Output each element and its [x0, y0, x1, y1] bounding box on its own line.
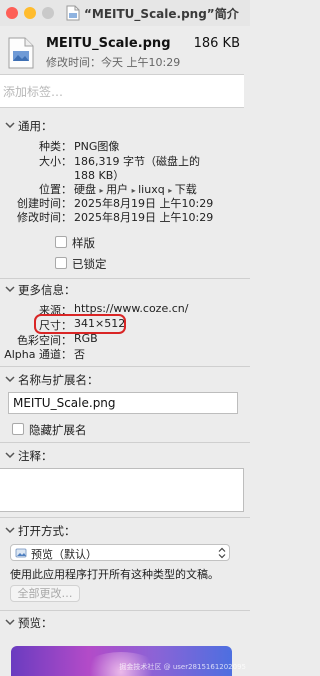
section-divider [0, 610, 250, 611]
where-row: 位置： 硬盘 ▸ 用户 ▸ liuxq ▸ 下载 [0, 181, 250, 196]
section-divider [0, 442, 250, 443]
name-ext-section-title: 名称与扩展名： [18, 373, 99, 387]
name-ext-section-header[interactable]: 名称与扩展名： [0, 372, 250, 388]
file-modified-summary: 修改时间：今天 上午10:29 [46, 56, 181, 69]
png-file-icon [66, 5, 80, 21]
modified-label: 修改时间： [17, 211, 72, 224]
general-section-title: 通用： [18, 119, 53, 133]
title-bar: “MEITU_Scale.png”简介 [0, 0, 250, 26]
locked-checkbox[interactable] [55, 257, 67, 269]
size-row-continued: 188 KB） [0, 167, 250, 182]
chevron-down-icon[interactable] [5, 283, 15, 295]
open-with-section-header[interactable]: 打开方式： [0, 523, 250, 539]
open-with-section-title: 打开方式： [18, 524, 76, 538]
change-all-button[interactable]: 全部更改… [10, 585, 80, 602]
more-info-section-title: 更多信息： [18, 283, 76, 297]
size-row: 大小： 186,319 字节（磁盘上的 [0, 153, 250, 168]
kind-row: 种类： PNG图像 [0, 138, 250, 153]
open-with-app-value: 预览（默认） [31, 548, 97, 561]
close-window-button[interactable] [6, 7, 18, 19]
tags-field[interactable]: 添加标签… [0, 74, 244, 108]
alpha-label: Alpha 通道： [4, 348, 72, 361]
file-header: MEITU_Scale.png 186 KB 修改时间：今天 上午10:29 [0, 26, 250, 74]
section-divider [0, 278, 250, 279]
chevron-down-icon[interactable] [5, 524, 15, 536]
preview-section-title: 预览： [18, 616, 53, 630]
zoom-window-button[interactable] [42, 7, 54, 19]
hide-extension-label: 隐藏扩展名 [29, 423, 87, 437]
open-with-popup[interactable]: 预览（默认） [10, 544, 230, 561]
hide-extension-checkbox[interactable] [12, 423, 24, 435]
chevron-down-icon[interactable] [5, 449, 15, 461]
modified-value: 2025年8月19日 上午10:29 [74, 211, 214, 224]
created-row: 创建时间： 2025年8月19日 上午10:29 [0, 195, 250, 210]
chevron-down-icon[interactable] [5, 616, 15, 628]
tags-placeholder: 添加标签… [3, 85, 64, 99]
modified-row: 修改时间： 2025年8月19日 上午10:29 [0, 209, 250, 224]
comments-section-title: 注释： [18, 449, 53, 463]
color-space-row: 色彩空间： RGB [0, 332, 250, 347]
open-with-description: 使用此应用程序打开所有这种类型的文稿。 [10, 568, 219, 581]
file-name-field[interactable]: MEITU_Scale.png [8, 392, 238, 414]
alpha-value: 否 [74, 348, 85, 361]
color-space-value: RGB [74, 332, 98, 345]
alpha-row: Alpha 通道： 否 [0, 346, 250, 361]
comments-field[interactable] [0, 468, 244, 512]
window-title: “MEITU_Scale.png”简介 [84, 7, 239, 21]
general-section-header[interactable]: 通用： [0, 118, 250, 134]
png-file-icon [8, 37, 34, 69]
popup-chevron-icon [218, 547, 226, 559]
highlight-annotation-box [34, 314, 126, 334]
section-divider [0, 366, 250, 367]
kind-label: 种类： [39, 140, 72, 153]
preview-section-header[interactable]: 预览： [0, 615, 250, 631]
locked-label: 已锁定 [72, 257, 107, 271]
stationery-checkbox[interactable] [55, 236, 67, 248]
minimize-window-button[interactable] [24, 7, 36, 19]
section-divider [0, 517, 250, 518]
stationery-label: 样版 [72, 236, 95, 250]
file-name-field-value: MEITU_Scale.png [13, 396, 116, 410]
kind-value: PNG图像 [74, 140, 120, 153]
comments-section-header[interactable]: 注释： [0, 448, 250, 464]
chevron-down-icon[interactable] [5, 373, 15, 385]
file-name: MEITU_Scale.png [46, 36, 171, 51]
chevron-down-icon[interactable] [5, 119, 15, 131]
file-size: 186 KB [193, 36, 240, 51]
preview-app-icon [15, 548, 27, 558]
watermark-text: 掘金技术社区 @ user2815161202095 [119, 663, 246, 671]
more-info-section-header[interactable]: 更多信息： [0, 282, 250, 298]
